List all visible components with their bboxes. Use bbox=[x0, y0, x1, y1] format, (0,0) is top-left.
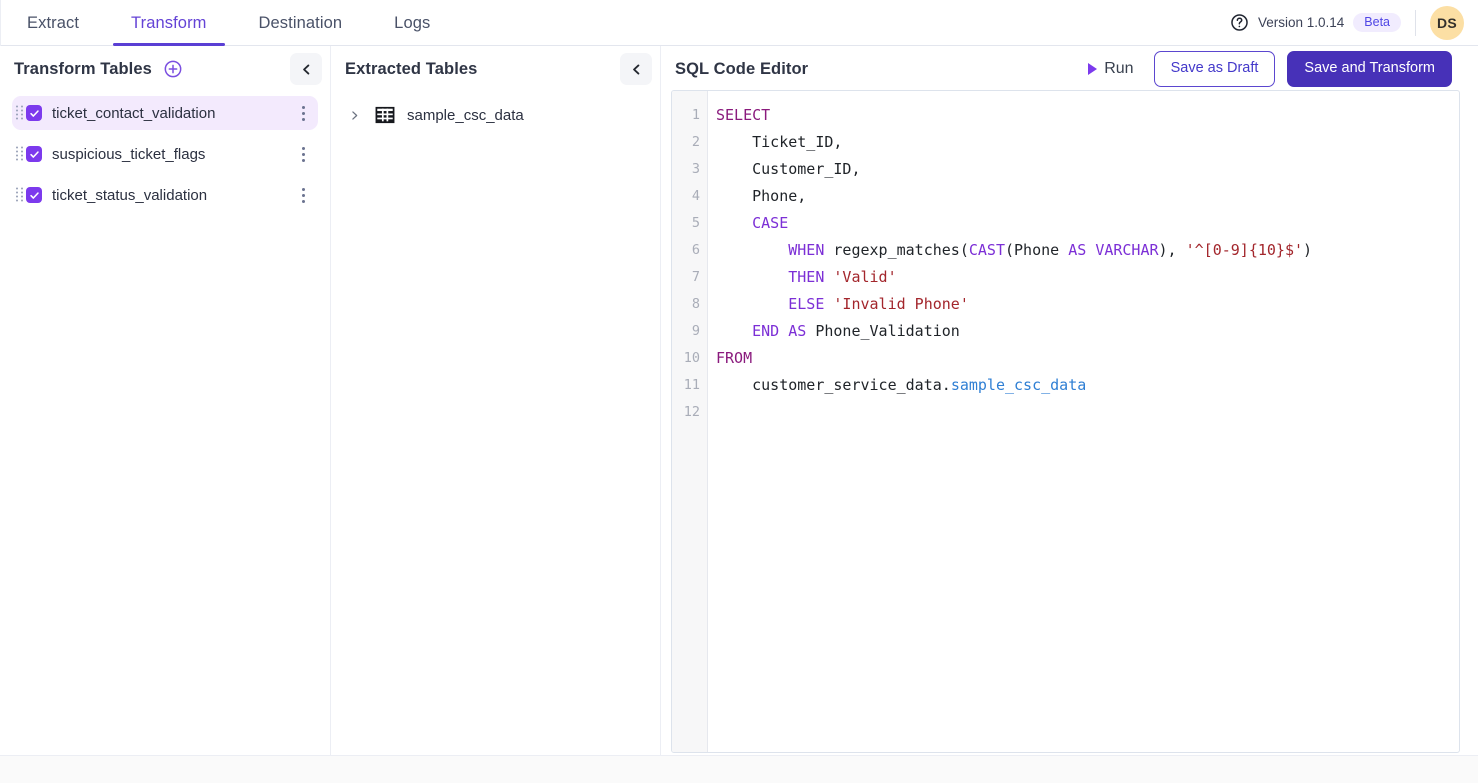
line-number: 1 bbox=[672, 102, 707, 129]
line-number: 10 bbox=[672, 345, 707, 372]
main-tabs: Extract Transform Destination Logs bbox=[0, 0, 456, 46]
play-triangle-icon bbox=[1088, 63, 1097, 75]
table-checkbox[interactable] bbox=[26, 105, 42, 121]
tab-logs-label: Logs bbox=[394, 14, 430, 33]
transform-table-label: ticket_contact_validation bbox=[52, 105, 215, 122]
row-options-menu-icon[interactable] bbox=[294, 144, 312, 164]
table-checkbox[interactable] bbox=[26, 146, 42, 162]
line-number: 3 bbox=[672, 156, 707, 183]
tab-destination-label: Destination bbox=[259, 14, 343, 33]
line-number: 4 bbox=[672, 183, 707, 210]
extracted-tables-list: sample_csc_data bbox=[331, 92, 660, 132]
collapse-extracted-panel-button[interactable] bbox=[620, 53, 652, 85]
transform-panel-header: Transform Tables bbox=[0, 46, 330, 92]
drag-handle-icon[interactable] bbox=[16, 106, 23, 121]
footer-strip bbox=[0, 755, 1478, 783]
tab-destination[interactable]: Destination bbox=[233, 0, 369, 46]
save-and-transform-button[interactable]: Save and Transform bbox=[1287, 51, 1452, 87]
line-number: 5 bbox=[672, 210, 707, 237]
transform-table-row-ticket-contact-validation[interactable]: ticket_contact_validation bbox=[12, 96, 318, 130]
editor-panel-header: SQL Code Editor Run Save as Draft Save a… bbox=[661, 46, 1478, 92]
line-number: 2 bbox=[672, 129, 707, 156]
extracted-panel-title: Extracted Tables bbox=[345, 60, 477, 79]
topbar-spacer bbox=[456, 0, 1230, 45]
line-number: 6 bbox=[672, 237, 707, 264]
transform-table-row-suspicious-ticket-flags[interactable]: suspicious_ticket_flags bbox=[12, 137, 318, 171]
sql-code-editor-panel: SQL Code Editor Run Save as Draft Save a… bbox=[660, 46, 1478, 783]
line-number: 12 bbox=[672, 399, 707, 426]
line-number: 11 bbox=[672, 372, 707, 399]
version-label: Version 1.0.14 bbox=[1258, 15, 1344, 30]
sql-editor-container[interactable]: 1 2 3 4 5 6 7 8 9 10 11 12 SELECT Ticket… bbox=[671, 90, 1460, 753]
row-options-menu-icon[interactable] bbox=[294, 185, 312, 205]
line-number: 7 bbox=[672, 264, 707, 291]
sql-code-content[interactable]: SELECT Ticket_ID, Customer_ID, Phone, CA… bbox=[708, 91, 1459, 752]
line-number: 8 bbox=[672, 291, 707, 318]
topbar-divider bbox=[1415, 10, 1416, 36]
extracted-panel-header: Extracted Tables bbox=[331, 46, 660, 92]
user-avatar[interactable]: DS bbox=[1430, 6, 1464, 40]
editor-panel-title: SQL Code Editor bbox=[675, 60, 808, 79]
chevron-left-icon bbox=[300, 63, 313, 76]
transform-table-label: ticket_status_validation bbox=[52, 187, 207, 204]
extracted-tables-panel: Extracted Tables bbox=[330, 46, 660, 783]
tab-transform[interactable]: Transform bbox=[105, 0, 232, 46]
tab-transform-label: Transform bbox=[131, 14, 206, 33]
collapse-transform-panel-button[interactable] bbox=[290, 53, 322, 85]
line-number: 9 bbox=[672, 318, 707, 345]
panels-container: Transform Tables bbox=[0, 46, 1478, 783]
chevron-right-icon[interactable] bbox=[345, 109, 363, 122]
help-circle-icon[interactable] bbox=[1230, 13, 1249, 32]
transform-tables-panel: Transform Tables bbox=[0, 46, 330, 783]
transform-table-row-ticket-status-validation[interactable]: ticket_status_validation bbox=[12, 178, 318, 212]
save-as-draft-button[interactable]: Save as Draft bbox=[1154, 51, 1276, 87]
table-grid-icon bbox=[375, 106, 395, 124]
extracted-table-row-sample-csc-data[interactable]: sample_csc_data bbox=[345, 98, 648, 132]
table-checkbox[interactable] bbox=[26, 187, 42, 203]
run-button[interactable]: Run bbox=[1080, 58, 1141, 80]
chevron-left-icon bbox=[630, 63, 643, 76]
tab-logs[interactable]: Logs bbox=[368, 0, 456, 46]
transform-panel-title: Transform Tables bbox=[14, 60, 152, 79]
top-navigation-bar: Extract Transform Destination Logs Versi… bbox=[0, 0, 1478, 46]
editor-actions: Run Save as Draft Save and Transform bbox=[1080, 51, 1466, 87]
transform-table-label: suspicious_ticket_flags bbox=[52, 146, 205, 163]
application-window: Extract Transform Destination Logs Versi… bbox=[0, 0, 1478, 783]
tab-extract-label: Extract bbox=[27, 14, 79, 33]
beta-badge: Beta bbox=[1353, 13, 1401, 33]
topbar-right-cluster: Version 1.0.14 Beta DS bbox=[1230, 0, 1478, 45]
drag-handle-icon[interactable] bbox=[16, 147, 23, 162]
run-button-label: Run bbox=[1104, 60, 1133, 78]
drag-handle-icon[interactable] bbox=[16, 188, 23, 203]
circle-plus-icon[interactable] bbox=[162, 58, 184, 80]
tab-extract[interactable]: Extract bbox=[0, 0, 105, 46]
editor-line-number-gutter: 1 2 3 4 5 6 7 8 9 10 11 12 bbox=[672, 91, 708, 752]
row-options-menu-icon[interactable] bbox=[294, 103, 312, 123]
extracted-table-label: sample_csc_data bbox=[407, 107, 524, 124]
transform-tables-list: ticket_contact_validation suspicious_tic… bbox=[0, 92, 330, 212]
